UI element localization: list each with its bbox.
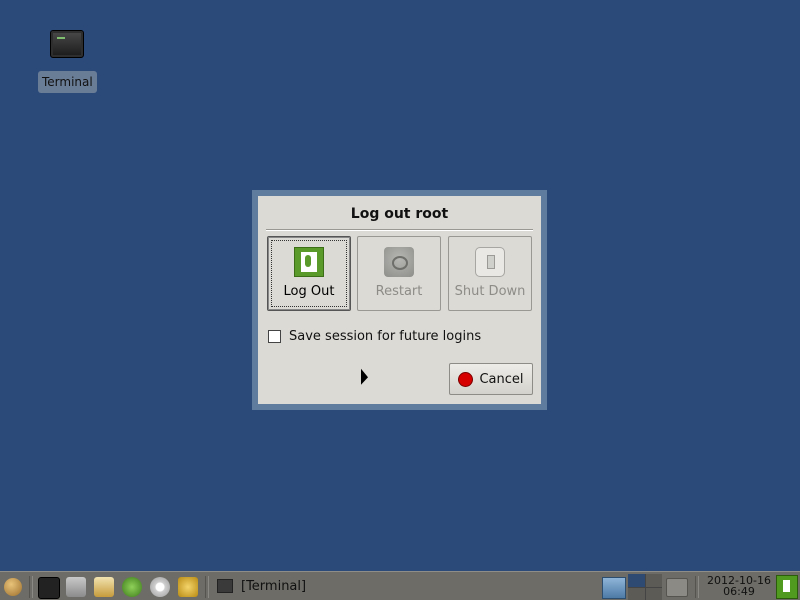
- taskbar-separator: [695, 576, 699, 598]
- terminal-window-icon: [217, 579, 233, 593]
- terminal-icon: [50, 30, 84, 58]
- save-session-row[interactable]: Save session for future logins: [268, 328, 481, 344]
- clock-time: 06:49: [723, 585, 755, 598]
- taskbar-window-label: [Terminal]: [241, 578, 307, 594]
- cd-launcher-icon[interactable]: [150, 577, 170, 597]
- log-out-button[interactable]: Log Out: [267, 236, 351, 311]
- exit-door-icon: [294, 247, 324, 277]
- cancel-button[interactable]: Cancel: [449, 363, 533, 395]
- save-session-checkbox[interactable]: [268, 329, 281, 343]
- exit-icon[interactable]: [776, 575, 798, 599]
- taskbar-separator: [205, 576, 209, 598]
- leaf-launcher-icon[interactable]: [122, 577, 142, 597]
- restart-label: Restart: [375, 284, 423, 299]
- title-separator: [266, 229, 533, 231]
- screenshot-icon[interactable]: [666, 578, 688, 597]
- workspace-2[interactable]: [645, 574, 662, 587]
- cancel-label: Cancel: [479, 371, 524, 387]
- workspace-3[interactable]: [628, 587, 645, 600]
- desktop-icon-terminal[interactable]: Terminal: [38, 30, 97, 93]
- workspace-4[interactable]: [645, 587, 662, 600]
- taskbar: [Terminal] 2012-10-16 06:49: [0, 571, 800, 600]
- terminal-launcher-icon[interactable]: [38, 577, 60, 599]
- shut-down-label: Shut Down: [454, 284, 526, 299]
- taskbar-separator: [29, 576, 33, 598]
- power-switch-icon: [475, 247, 505, 277]
- dialog-title: Log out root: [350, 206, 449, 222]
- restart-button[interactable]: Restart: [357, 236, 441, 311]
- taskbar-window-terminal[interactable]: [Terminal]: [213, 575, 393, 597]
- desktop-icon-label: Terminal: [38, 71, 97, 93]
- settings-launcher-icon[interactable]: [66, 577, 86, 597]
- workspace-switcher[interactable]: [628, 574, 662, 600]
- stop-icon: [458, 371, 474, 387]
- start-menu-icon[interactable]: [4, 578, 22, 596]
- workspace-1[interactable]: [628, 574, 645, 587]
- browser-launcher-icon[interactable]: [178, 577, 198, 597]
- mouse-pointer-icon: [361, 368, 368, 388]
- save-session-label: Save session for future logins: [289, 328, 482, 344]
- shut-down-button[interactable]: Shut Down: [448, 236, 532, 311]
- logout-dialog: Log out root Log Out Restart Shut Down S…: [258, 196, 541, 404]
- text-editor-launcher-icon[interactable]: [94, 577, 114, 597]
- restart-icon: [384, 247, 414, 277]
- clock[interactable]: 2012-10-16 06:49: [704, 575, 774, 597]
- network-icon[interactable]: [602, 577, 626, 599]
